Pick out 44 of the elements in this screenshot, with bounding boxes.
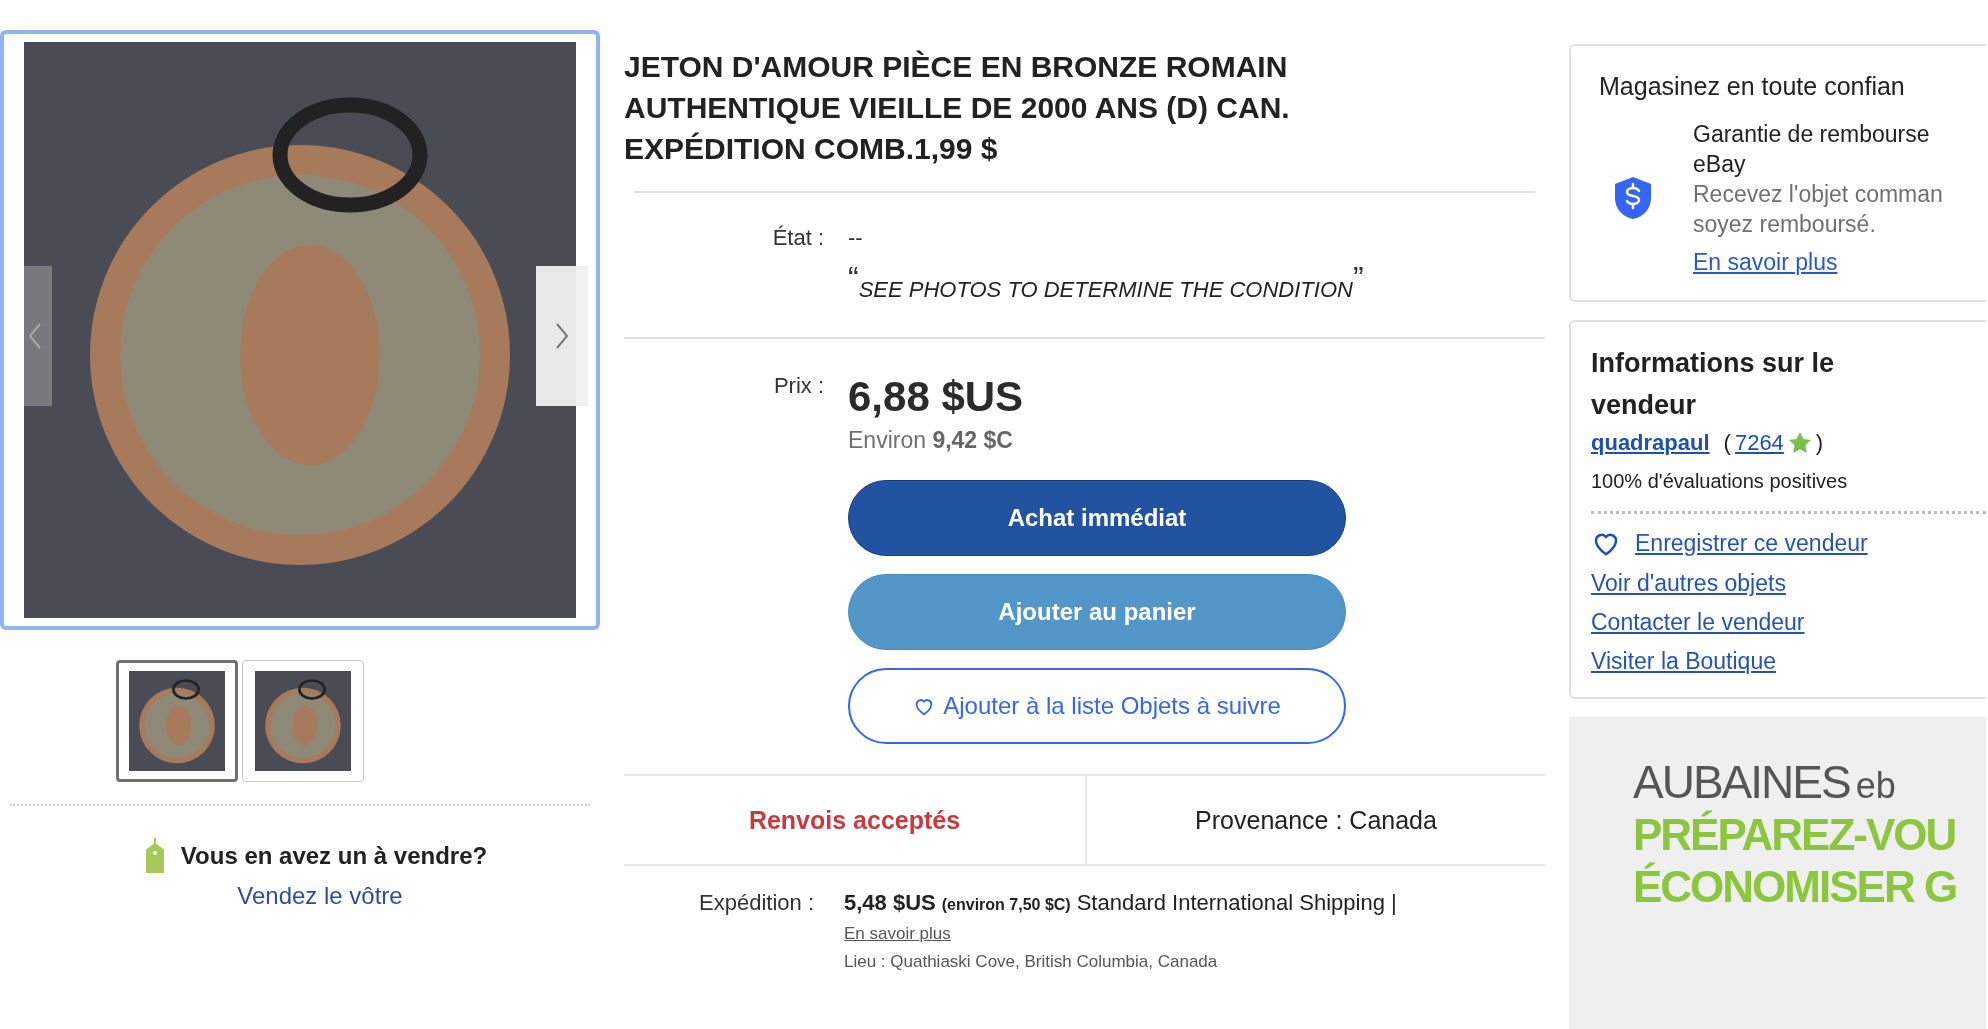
item-location: Lieu : Quathiaski Cove, British Columbia, Canada xyxy=(844,952,1219,972)
seller-card-title: Informations sur le vendeur xyxy=(1591,347,1836,422)
ad-headline: PRÉPAREZ-VOU ÉCONOMISER G xyxy=(1633,809,1958,913)
condition-value: -- xyxy=(848,225,864,251)
shipping-service: Standard International Shipping | xyxy=(1076,890,1397,916)
shield-dollar-icon xyxy=(1613,174,1653,221)
open-quote: “ xyxy=(848,265,859,291)
close-quote: ” xyxy=(1352,265,1364,291)
guarantee-description: Recevez l'objet comman soyez remboursé. xyxy=(1693,180,1944,239)
image-thumbnail[interactable] xyxy=(116,660,238,782)
seller-link[interactable]: Voir d'autres objets xyxy=(1591,570,1786,597)
price-label: Prix : xyxy=(772,373,824,400)
shipping-label: Expédition : xyxy=(698,890,814,917)
buy-now-button[interactable]: Achat immédiat xyxy=(848,480,1346,556)
condition-label: État : xyxy=(771,225,824,251)
seller-link[interactable]: Visiter la Boutique xyxy=(1591,648,1776,675)
watchlist-button[interactable]: Ajouter à la liste Objets à suivre xyxy=(848,668,1346,744)
ad-logo: eb xyxy=(1855,765,1896,807)
positive-feedback: 100% d'évaluations positives xyxy=(1591,470,1849,493)
sell-yours-link[interactable]: Vendez le vôtre xyxy=(237,882,403,910)
seller-link[interactable]: Contacter le vendeur xyxy=(1591,609,1805,636)
sell-prompt-title: Vous en avez un à vendre? xyxy=(180,842,488,870)
price-amount: 6,88 $US xyxy=(848,373,1025,421)
ad-brand: AUBAINES xyxy=(1633,755,1850,809)
highlight-text: Renvois acceptés xyxy=(747,804,962,836)
paren: ) xyxy=(1815,430,1824,456)
trust-card-title: Magasinez en toute confian xyxy=(1599,72,1906,101)
star-icon xyxy=(1787,431,1812,455)
image-thumbnail[interactable] xyxy=(242,660,364,782)
shipping-converted-cost: (environ 7,50 $C) xyxy=(941,896,1071,914)
seller-name-link[interactable]: quadrapaul xyxy=(1591,430,1710,456)
listing-title: JETON D'AMOUR PIÈCE EN BRONZE ROMAIN AUTHENTIQUE VIEILLE DE 2000 ANS (D) CAN. EXPÉDITION COMB.1,99 $ xyxy=(624,49,1291,167)
learn-more-link[interactable]: En savoir plus xyxy=(1693,249,1838,276)
highlight-text: Provenance : Canada xyxy=(1195,805,1437,835)
seller-link[interactable]: Enregistrer ce vendeur xyxy=(1635,529,1868,557)
converted-price: Environ 9,42 $C xyxy=(848,427,1014,454)
feedback-score-link[interactable]: 7264 xyxy=(1734,430,1784,456)
chevron-left-icon xyxy=(28,322,42,350)
chevron-right-icon xyxy=(555,322,569,350)
condition-note: SEE PHOTOS TO DETERMINE THE CONDITION xyxy=(858,276,1353,303)
guarantee-title: Garantie de rembourse eBay xyxy=(1693,120,1931,179)
shipping-cost: 5,48 $US xyxy=(844,890,936,916)
shipping-details-link[interactable]: En savoir plus xyxy=(844,924,951,943)
paren: ( xyxy=(1723,430,1731,456)
